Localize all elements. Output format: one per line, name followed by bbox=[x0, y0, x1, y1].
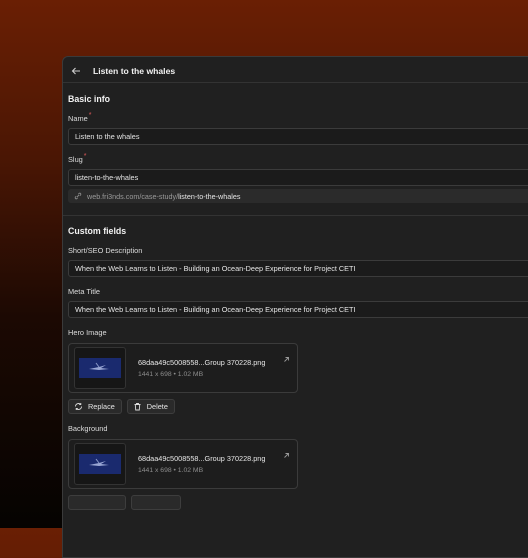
meta-title-label: Meta Title bbox=[68, 287, 101, 296]
required-mark: * bbox=[88, 112, 92, 119]
slug-label: Slug * bbox=[68, 153, 528, 164]
replace-button[interactable] bbox=[68, 495, 126, 510]
arrow-left-icon[interactable] bbox=[71, 65, 83, 77]
background-thumbnail bbox=[74, 443, 126, 485]
file-name: 68daa49c5008558...Group 370228.png bbox=[138, 358, 266, 367]
custom-fields-heading: Custom fields bbox=[68, 226, 127, 236]
file-meta: 1441 x 698 • 1.02 MB bbox=[138, 371, 204, 378]
external-link-icon[interactable] bbox=[283, 350, 291, 362]
whale-image bbox=[79, 358, 121, 378]
hero-image-label: Hero Image bbox=[68, 328, 107, 337]
editor-header: Listen to the whales bbox=[63, 57, 528, 83]
background-label: Background bbox=[68, 424, 108, 433]
required-mark: * bbox=[83, 153, 87, 160]
slug-input[interactable]: listen-to-the-whales bbox=[68, 169, 528, 186]
delete-button[interactable] bbox=[131, 495, 181, 510]
hero-image-info: 68daa49c5008558...Group 370228.png 1441 … bbox=[138, 358, 265, 378]
refresh-icon bbox=[75, 403, 82, 410]
replace-label: Replace bbox=[88, 402, 115, 411]
slug-url-preview: web.fri3nds.com/case-study/listen-to-the… bbox=[68, 189, 528, 203]
delete-button[interactable]: Delete bbox=[126, 399, 175, 414]
background-file-card[interactable]: 68daa49c5008558...Group 370228.png 1441 … bbox=[68, 439, 298, 489]
name-input[interactable]: Listen to the whales bbox=[68, 128, 528, 145]
name-label: Name * bbox=[68, 112, 528, 123]
hero-image-actions: Replace Delete bbox=[68, 399, 528, 414]
external-link-icon[interactable] bbox=[283, 446, 291, 458]
background-actions bbox=[68, 495, 528, 510]
cms-item-editor-panel: Listen to the whales Basic info Name * L… bbox=[62, 56, 528, 558]
whale-image bbox=[79, 454, 121, 474]
file-name: 68daa49c5008558...Group 370228.png bbox=[138, 454, 266, 463]
name-label-text: Name bbox=[68, 114, 88, 123]
delete-label: Delete bbox=[146, 402, 168, 411]
hero-image-thumbnail bbox=[74, 347, 126, 389]
short-description-input[interactable]: When the Web Learns to Listen - Building… bbox=[68, 260, 528, 277]
background-info: 68daa49c5008558...Group 370228.png 1441 … bbox=[138, 454, 265, 474]
page-title: Listen to the whales bbox=[93, 66, 176, 76]
section-divider bbox=[63, 215, 528, 216]
trash-icon bbox=[134, 403, 141, 411]
link-icon bbox=[74, 192, 82, 200]
file-meta: 1441 x 698 • 1.02 MB bbox=[138, 467, 204, 474]
basic-info-heading: Basic info bbox=[68, 94, 111, 104]
replace-button[interactable]: Replace bbox=[68, 399, 122, 414]
meta-title-input[interactable]: When the Web Learns to Listen - Building… bbox=[68, 301, 528, 318]
hero-image-file-card[interactable]: 68daa49c5008558...Group 370228.png 1441 … bbox=[68, 343, 298, 393]
basic-info-section: Basic info Name * Listen to the whales S… bbox=[63, 94, 528, 510]
short-description-label: Short/SEO Description bbox=[68, 246, 143, 255]
url-prefix: web.fri3nds.com/case-study/ bbox=[87, 191, 179, 201]
url-slug: listen-to-the-whales bbox=[178, 191, 241, 201]
slug-label-text: Slug bbox=[68, 155, 83, 164]
